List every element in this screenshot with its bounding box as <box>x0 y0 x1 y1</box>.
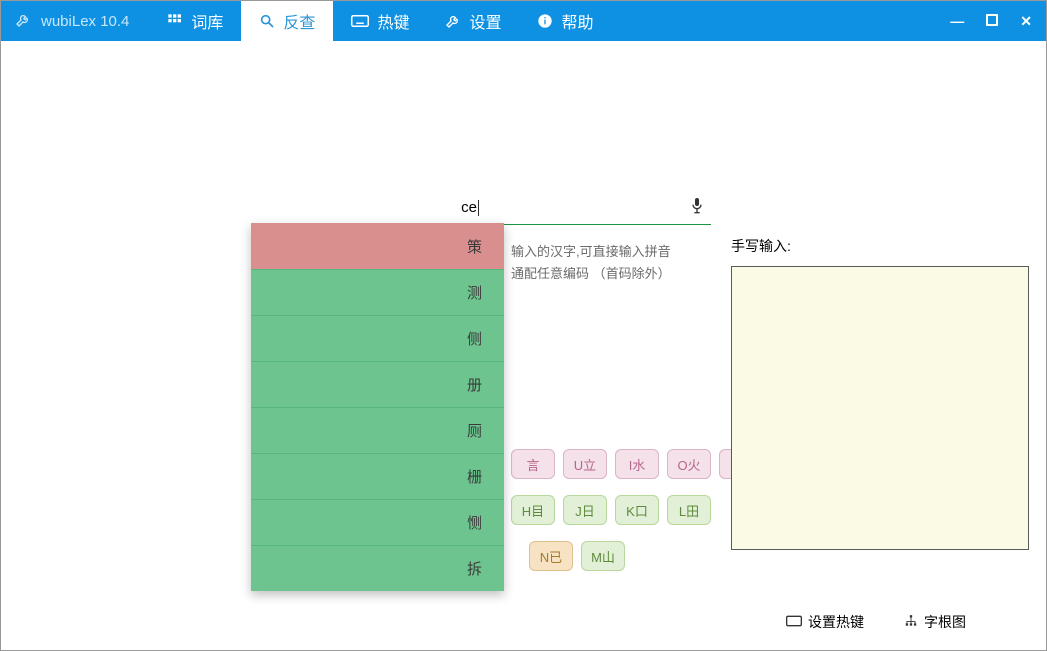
key-row: 言 U立 I水 O火 P之 <box>511 449 763 479</box>
footer-label: 设置热键 <box>808 612 864 632</box>
wrench-icon <box>445 13 461 29</box>
microphone-icon[interactable] <box>689 196 705 219</box>
content-area: ce 输入的汉字,可直接输入拼音 通配任意编码 （首码除外） 策 测 侧 册 厕… <box>1 41 1046 650</box>
key-cap[interactable]: K口 <box>615 495 659 525</box>
key-row: H目 J日 K口 L田 <box>511 495 763 525</box>
keyboard-hints: 言 U立 I水 O火 P之 H目 J日 K口 L田 N已 M山 <box>511 449 763 587</box>
app-window: wubiLex 10.4 词库 反查 热键 设置 帮助 <box>0 0 1047 651</box>
search-value: ce <box>461 199 477 216</box>
key-cap[interactable]: O火 <box>667 449 711 479</box>
handwriting-canvas[interactable] <box>731 266 1029 550</box>
key-cap[interactable]: 言 <box>511 449 555 479</box>
titlebar: wubiLex 10.4 词库 反查 热键 设置 帮助 <box>1 1 1046 41</box>
key-cap[interactable]: U立 <box>563 449 607 479</box>
key-cap[interactable]: I水 <box>615 449 659 479</box>
suggestion-item[interactable]: 侧 <box>251 315 504 361</box>
key-cap[interactable]: J日 <box>563 495 607 525</box>
tab-lookup[interactable]: 反查 <box>241 1 333 41</box>
search-input[interactable]: ce <box>257 195 683 220</box>
app-title: wubiLex 10.4 <box>41 13 129 30</box>
tab-help[interactable]: 帮助 <box>519 1 611 41</box>
suggestion-item[interactable]: 策 <box>251 223 504 269</box>
window-controls: — ✕ <box>950 13 1046 30</box>
grid-icon <box>167 13 183 29</box>
suggestion-dropdown: 策 测 侧 册 厕 栅 恻 拆 <box>251 223 504 591</box>
hint-line: 通配任意编码 （首码除外） <box>511 263 701 285</box>
keyboard-icon <box>351 14 369 28</box>
keyboard-icon <box>786 614 802 630</box>
search-row: ce <box>251 191 711 225</box>
search-block: ce 输入的汉字,可直接输入拼音 通配任意编码 （首码除外） 策 测 侧 册 厕… <box>251 191 711 285</box>
close-button[interactable]: ✕ <box>1020 13 1032 30</box>
key-cap[interactable]: N已 <box>529 541 573 571</box>
maximize-button[interactable] <box>986 13 998 29</box>
tab-dictionary[interactable]: 词库 <box>149 1 241 41</box>
info-icon <box>537 13 553 29</box>
footer-links: 设置热键 字根图 <box>786 612 966 632</box>
tab-settings[interactable]: 设置 <box>427 1 519 41</box>
hint-line: 输入的汉字,可直接输入拼音 <box>511 241 701 263</box>
tab-label: 词库 <box>191 9 223 33</box>
footer-label: 字根图 <box>924 612 966 632</box>
hierarchy-icon <box>904 614 918 631</box>
key-row: N已 M山 <box>529 541 763 571</box>
search-icon <box>259 13 275 29</box>
key-cap[interactable]: L田 <box>667 495 711 525</box>
tab-label: 热键 <box>377 9 409 33</box>
handwriting-label: 手写输入: <box>731 236 1029 256</box>
tab-label: 反查 <box>283 9 315 33</box>
tab-label: 设置 <box>469 9 501 33</box>
suggestion-item[interactable]: 测 <box>251 269 504 315</box>
tab-bar: 词库 反查 热键 设置 帮助 <box>149 1 611 41</box>
suggestion-item[interactable]: 恻 <box>251 499 504 545</box>
handwriting-panel: 手写输入: <box>731 236 1029 550</box>
minimize-button[interactable]: — <box>950 13 964 29</box>
suggestion-item[interactable]: 册 <box>251 361 504 407</box>
suggestion-item[interactable]: 拆 <box>251 545 504 591</box>
radical-chart-link[interactable]: 字根图 <box>904 612 966 632</box>
key-cap[interactable]: H目 <box>511 495 555 525</box>
suggestion-item[interactable]: 栅 <box>251 453 504 499</box>
key-cap[interactable]: M山 <box>581 541 625 571</box>
suggestion-item[interactable]: 厕 <box>251 407 504 453</box>
tab-hotkey[interactable]: 热键 <box>333 1 427 41</box>
set-hotkey-link[interactable]: 设置热键 <box>786 612 864 632</box>
wrench-icon <box>15 12 31 31</box>
tab-label: 帮助 <box>561 9 593 33</box>
